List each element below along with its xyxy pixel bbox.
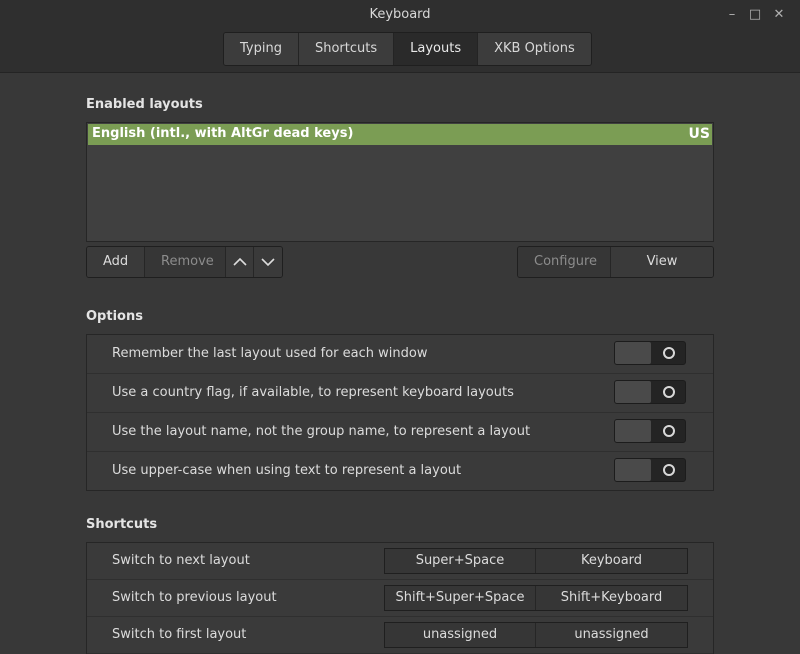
option-label: Use upper-case when using text to repres… (112, 463, 462, 478)
shortcut-primary-button[interactable]: Super+Space (385, 549, 536, 573)
shortcut-row: Switch to first layout unassigned unassi… (87, 617, 713, 654)
layout-code: US (688, 126, 710, 142)
layout-view-buttons: Configure View layout (517, 246, 714, 278)
shortcut-row: Switch to next layout Super+Space Keyboa… (87, 543, 713, 580)
chevron-down-icon (261, 258, 275, 267)
shortcut-secondary-button[interactable]: Keyboard (536, 549, 687, 573)
tab-xkb-options[interactable]: XKB Options (478, 33, 591, 65)
tab-bar: Typing Shortcuts Layouts XKB Options (223, 32, 592, 66)
toggle-knob (615, 381, 651, 403)
minimize-icon[interactable]: – (722, 6, 742, 24)
tab-shortcuts[interactable]: Shortcuts (298, 33, 395, 65)
move-down-button[interactable] (254, 247, 282, 277)
configure-button[interactable]: Configure (518, 247, 611, 277)
option-row: Use upper-case when using text to repres… (87, 452, 713, 490)
options-list: Remember the last layout used for each w… (86, 334, 714, 491)
list-item[interactable]: English (intl., with AltGr dead keys) US (88, 124, 712, 145)
chevron-up-icon (233, 257, 247, 266)
shortcut-bindings: unassigned unassigned (384, 622, 688, 648)
country-flag-toggle[interactable] (614, 380, 686, 404)
remember-layout-toggle[interactable] (614, 341, 686, 365)
toggle-off-icon (663, 425, 675, 437)
layout-name: English (intl., with AltGr dead keys) (92, 126, 354, 141)
view-layout-button[interactable]: View layout (611, 247, 713, 277)
shortcuts-heading: Shortcuts (86, 517, 158, 532)
toggle-knob (615, 459, 651, 481)
add-button[interactable]: Add (87, 247, 145, 277)
upper-case-toggle[interactable] (614, 458, 686, 482)
toggle-off-icon (663, 347, 675, 359)
header-bar: Keyboard – □ ✕ Typing Shortcuts Layouts … (0, 0, 800, 73)
shortcut-secondary-button[interactable]: unassigned (536, 623, 687, 647)
layout-name-toggle[interactable] (614, 419, 686, 443)
tab-typing[interactable]: Typing (224, 33, 299, 65)
shortcut-label: Switch to first layout (112, 627, 247, 642)
toggle-off-icon (663, 464, 675, 476)
enabled-layouts-heading: Enabled layouts (86, 97, 203, 112)
close-icon[interactable]: ✕ (769, 6, 789, 24)
move-up-button[interactable] (226, 247, 254, 277)
toggle-off-icon (663, 386, 675, 398)
shortcut-secondary-button[interactable]: Shift+Keyboard (536, 586, 687, 610)
enabled-layouts-list[interactable]: English (intl., with AltGr dead keys) US (86, 122, 714, 242)
remove-button[interactable]: Remove (145, 247, 226, 277)
tab-layouts[interactable]: Layouts (394, 33, 479, 65)
layout-edit-buttons: Add Remove (86, 246, 283, 278)
toggle-knob (615, 342, 651, 364)
shortcut-label: Switch to previous layout (112, 590, 277, 605)
window-title: Keyboard (369, 7, 431, 22)
maximize-icon[interactable]: □ (745, 6, 765, 24)
option-row: Use the layout name, not the group name,… (87, 413, 713, 452)
option-label: Use the layout name, not the group name,… (112, 424, 531, 439)
shortcut-primary-button[interactable]: Shift+Super+Space (385, 586, 536, 610)
option-row: Remember the last layout used for each w… (87, 335, 713, 374)
toggle-knob (615, 420, 651, 442)
shortcuts-list: Switch to next layout Super+Space Keyboa… (86, 542, 714, 654)
shortcut-row: Switch to previous layout Shift+Super+Sp… (87, 580, 713, 617)
option-row: Use a country flag, if available, to rep… (87, 374, 713, 413)
shortcut-label: Switch to next layout (112, 553, 250, 568)
option-label: Remember the last layout used for each w… (112, 346, 428, 361)
option-label: Use a country flag, if available, to rep… (112, 385, 514, 400)
shortcut-bindings: Super+Space Keyboard (384, 548, 688, 574)
options-heading: Options (86, 309, 143, 324)
shortcut-primary-button[interactable]: unassigned (385, 623, 536, 647)
shortcut-bindings: Shift+Super+Space Shift+Keyboard (384, 585, 688, 611)
